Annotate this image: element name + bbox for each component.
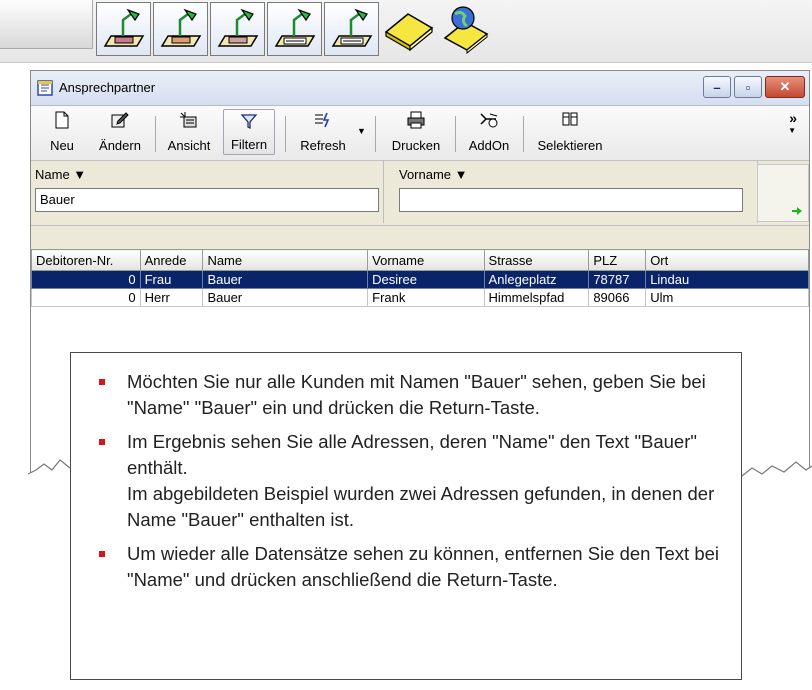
launch-button-4[interactable]	[267, 2, 322, 56]
drucken-label: Drucken	[391, 138, 441, 153]
lamp-form-icon	[274, 8, 315, 47]
close-icon: ✕	[779, 79, 791, 94]
neu-button[interactable]: Neu	[41, 109, 83, 155]
cell-anrede: Frau	[139, 270, 204, 289]
toolbar-overflow-button[interactable]: »	[789, 110, 797, 126]
maximize-icon: ▫	[745, 79, 751, 95]
filtern-button[interactable]: Filtern	[223, 109, 275, 155]
close-button[interactable]: ✕	[765, 76, 805, 98]
note-text: Im abgebildeten Beispiel wurden zwei Adr…	[127, 483, 715, 530]
cell-strasse: Himmelspfad	[483, 288, 590, 307]
cell-plz: 89066	[588, 288, 647, 307]
explanation-note: Möchten Sie nur alle Kunden mit Namen "B…	[70, 352, 742, 680]
aendern-button[interactable]: Ändern	[93, 109, 147, 155]
minimize-icon: –	[713, 79, 721, 95]
cell-vorname: Desiree	[367, 270, 485, 289]
select-columns-icon	[562, 112, 578, 126]
cell-debitoren-nr: 0	[31, 288, 141, 307]
launch-bar-tab[interactable]	[0, 0, 93, 49]
addon-icon	[480, 113, 498, 128]
neu-label: Neu	[50, 138, 74, 153]
lamp-document-icon	[160, 8, 201, 47]
notepad-icon	[36, 79, 54, 100]
cell-ort: Lindau	[645, 270, 809, 289]
note-bullet: Um wieder alle Datensätze sehen zu könne…	[99, 541, 721, 593]
new-document-icon	[55, 111, 69, 129]
filter-icon	[240, 114, 258, 130]
selektieren-button[interactable]: Selektieren	[529, 109, 611, 155]
column-header[interactable]: Ort	[645, 249, 809, 271]
name-filter-label[interactable]: Name ▼	[35, 167, 86, 182]
table-header-row: Debitoren-Nr. Anrede Name Vorname Strass…	[31, 249, 809, 271]
filtern-label: Filtern	[230, 137, 268, 152]
column-header[interactable]: Debitoren-Nr.	[31, 249, 141, 271]
maximize-button[interactable]: ▫	[734, 76, 762, 98]
refresh-label: Refresh	[300, 138, 346, 153]
title-bar[interactable]: Ansprechpartner – ▫ ✕	[31, 71, 809, 106]
note-bullet: Möchten Sie nur alle Kunden mit Namen "B…	[99, 369, 721, 421]
lamp-form-icon	[331, 8, 372, 47]
toolbar-separator	[455, 116, 456, 152]
addon-button[interactable]: AddOn	[461, 109, 517, 155]
refresh-button[interactable]: Refresh	[289, 109, 357, 155]
launch-button-5[interactable]	[324, 2, 379, 56]
lamp-document-icon	[217, 8, 258, 47]
launch-bar	[0, 0, 812, 63]
ansicht-button[interactable]: Ansicht	[161, 109, 217, 155]
vorname-filter-label[interactable]: Vorname ▼	[399, 167, 468, 182]
globe-book-icon	[443, 6, 488, 54]
window-title: Ansprechpartner	[59, 80, 156, 95]
overflow-arrow-icon[interactable]: ▼	[788, 126, 796, 135]
launch-button-7[interactable]	[438, 2, 493, 56]
lamp-document-icon	[103, 8, 144, 47]
launch-button-6[interactable]	[381, 2, 436, 56]
green-arrow-icon	[792, 207, 802, 215]
aendern-label: Ändern	[99, 138, 141, 153]
cell-name: Bauer	[202, 270, 369, 289]
filter-panel: Name ▼ Bauer Vorname ▼	[31, 161, 809, 226]
cell-ort: Ulm	[645, 288, 809, 307]
view-icon	[180, 112, 197, 128]
column-header[interactable]: Name	[202, 249, 369, 271]
cell-vorname: Frank	[367, 288, 485, 307]
selektieren-label: Selektieren	[537, 138, 603, 153]
column-header[interactable]: Vorname	[367, 249, 485, 271]
yellow-book-icon	[384, 13, 433, 52]
name-filter-input[interactable]: Bauer	[35, 188, 379, 212]
toolbar: Neu Ändern Ansicht Filtern Refresh ▼ Dru…	[31, 106, 809, 161]
toolbar-separator	[523, 116, 524, 152]
column-header[interactable]: PLZ	[588, 249, 647, 271]
note-bullet: Im Ergebnis sehen Sie alle Adressen, der…	[99, 429, 721, 533]
toolbar-separator	[155, 116, 156, 152]
edit-icon	[111, 112, 129, 128]
vorname-filter-input[interactable]	[399, 188, 743, 212]
refresh-icon	[315, 112, 330, 128]
apply-filter-button[interactable]	[757, 164, 809, 222]
toolbar-separator	[285, 116, 286, 152]
cell-strasse: Anlegeplatz	[483, 270, 590, 289]
table-row[interactable]: 0 Herr Bauer Frank Himmelspfad 89066 Ulm	[31, 288, 809, 307]
cell-debitoren-nr: 0	[31, 270, 141, 289]
printer-icon	[407, 111, 425, 129]
column-header[interactable]: Strasse	[483, 249, 590, 271]
ansicht-label: Ansicht	[167, 138, 211, 153]
cell-name: Bauer	[202, 288, 369, 307]
toolbar-separator	[375, 116, 376, 152]
minimize-button[interactable]: –	[703, 76, 731, 98]
addon-label: AddOn	[468, 138, 510, 153]
launch-button-2[interactable]	[153, 2, 208, 56]
results-table: Debitoren-Nr. Anrede Name Vorname Strass…	[31, 249, 809, 307]
cell-plz: 78787	[588, 270, 647, 289]
column-header[interactable]: Anrede	[139, 249, 204, 271]
launch-button-1[interactable]	[96, 2, 151, 56]
cell-anrede: Herr	[139, 288, 204, 307]
table-row[interactable]: 0 Frau Bauer Desiree Anlegeplatz 78787 L…	[31, 270, 809, 289]
launch-button-3[interactable]	[210, 2, 265, 56]
note-text: Im Ergebnis sehen Sie alle Adressen, der…	[127, 431, 697, 478]
drucken-button[interactable]: Drucken	[383, 109, 449, 155]
dropdown-arrow-icon[interactable]: ▼	[357, 126, 366, 136]
